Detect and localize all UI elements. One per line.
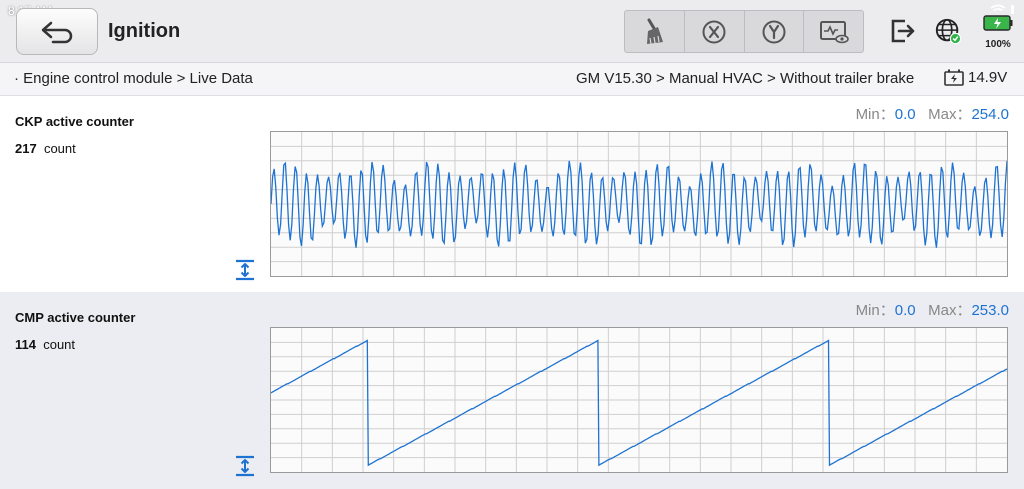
vehicle-path: GM V15.30 > Manual HVAC > Without traile… [576, 70, 915, 87]
battery-percent: 100% [985, 39, 1011, 50]
x-axis-button[interactable] [685, 11, 745, 52]
min-label: Min： [855, 106, 895, 123]
param-value-number: 114 [15, 337, 36, 352]
graph-cmp-svg [270, 328, 1008, 472]
max-label: Max： [928, 302, 972, 319]
max-label: Max： [928, 106, 972, 123]
expand-vertical-icon [236, 455, 254, 477]
back-button[interactable] [16, 8, 98, 55]
param-value: 114 count [15, 337, 75, 352]
expand-button[interactable] [234, 259, 256, 281]
min-max-readout: Min：0.0 Max：254.0 [856, 103, 1009, 124]
graph-toolbar [624, 10, 864, 53]
page-title: Ignition [108, 20, 181, 42]
param-name: CMP active counter [15, 310, 136, 325]
exit-icon [891, 19, 915, 43]
top-bar: 8:17 AM Ignition [0, 0, 1024, 63]
expand-vertical-icon [236, 259, 254, 281]
min-label: Min： [855, 302, 895, 319]
breadcrumb: · Engine control module > Live Data GM V… [0, 63, 1024, 96]
param-panel-ckp[interactable]: CKP active counter 217 count Min：0.0 Max… [0, 96, 1024, 292]
broom-icon [647, 18, 664, 44]
graph-ckp-svg [270, 132, 1008, 276]
min-value: 0.0 [894, 106, 916, 123]
clear-button[interactable] [625, 11, 685, 52]
live-graph-ckp[interactable] [270, 131, 1008, 277]
param-unit: count [43, 141, 76, 156]
battery-indicator: 100% [978, 4, 1018, 50]
y-axis-button[interactable] [745, 11, 805, 52]
expand-button[interactable] [234, 455, 256, 477]
param-value: 217 count [15, 141, 76, 156]
min-value: 0.0 [894, 302, 916, 319]
x-axis-icon [702, 20, 726, 43]
param-name: CKP active counter [15, 114, 134, 129]
monitor-button[interactable] [804, 11, 863, 52]
max-value: 254.0 [971, 106, 1009, 123]
voltage-value: 14.9V [968, 68, 1008, 86]
param-panel-cmp[interactable]: CMP active counter 114 count Min：0.0 Max… [0, 292, 1024, 489]
exit-button[interactable] [888, 17, 916, 45]
voltage-readout: 14.9V [944, 68, 1007, 86]
back-arrow-icon [41, 21, 73, 43]
battery-icon [983, 4, 1014, 31]
param-unit: count [43, 337, 76, 352]
param-value-number: 217 [15, 141, 37, 156]
network-button[interactable] [934, 17, 962, 45]
globe-icon [935, 18, 962, 45]
breadcrumb-path: · Engine control module > Live Data [14, 70, 253, 87]
min-max-readout: Min：0.0 Max：253.0 [856, 299, 1009, 320]
max-value: 253.0 [971, 302, 1009, 319]
live-graph-cmp[interactable] [270, 327, 1008, 473]
monitor-eye-icon [819, 20, 849, 43]
battery-voltage-icon [944, 69, 964, 86]
y-axis-icon [762, 20, 786, 43]
